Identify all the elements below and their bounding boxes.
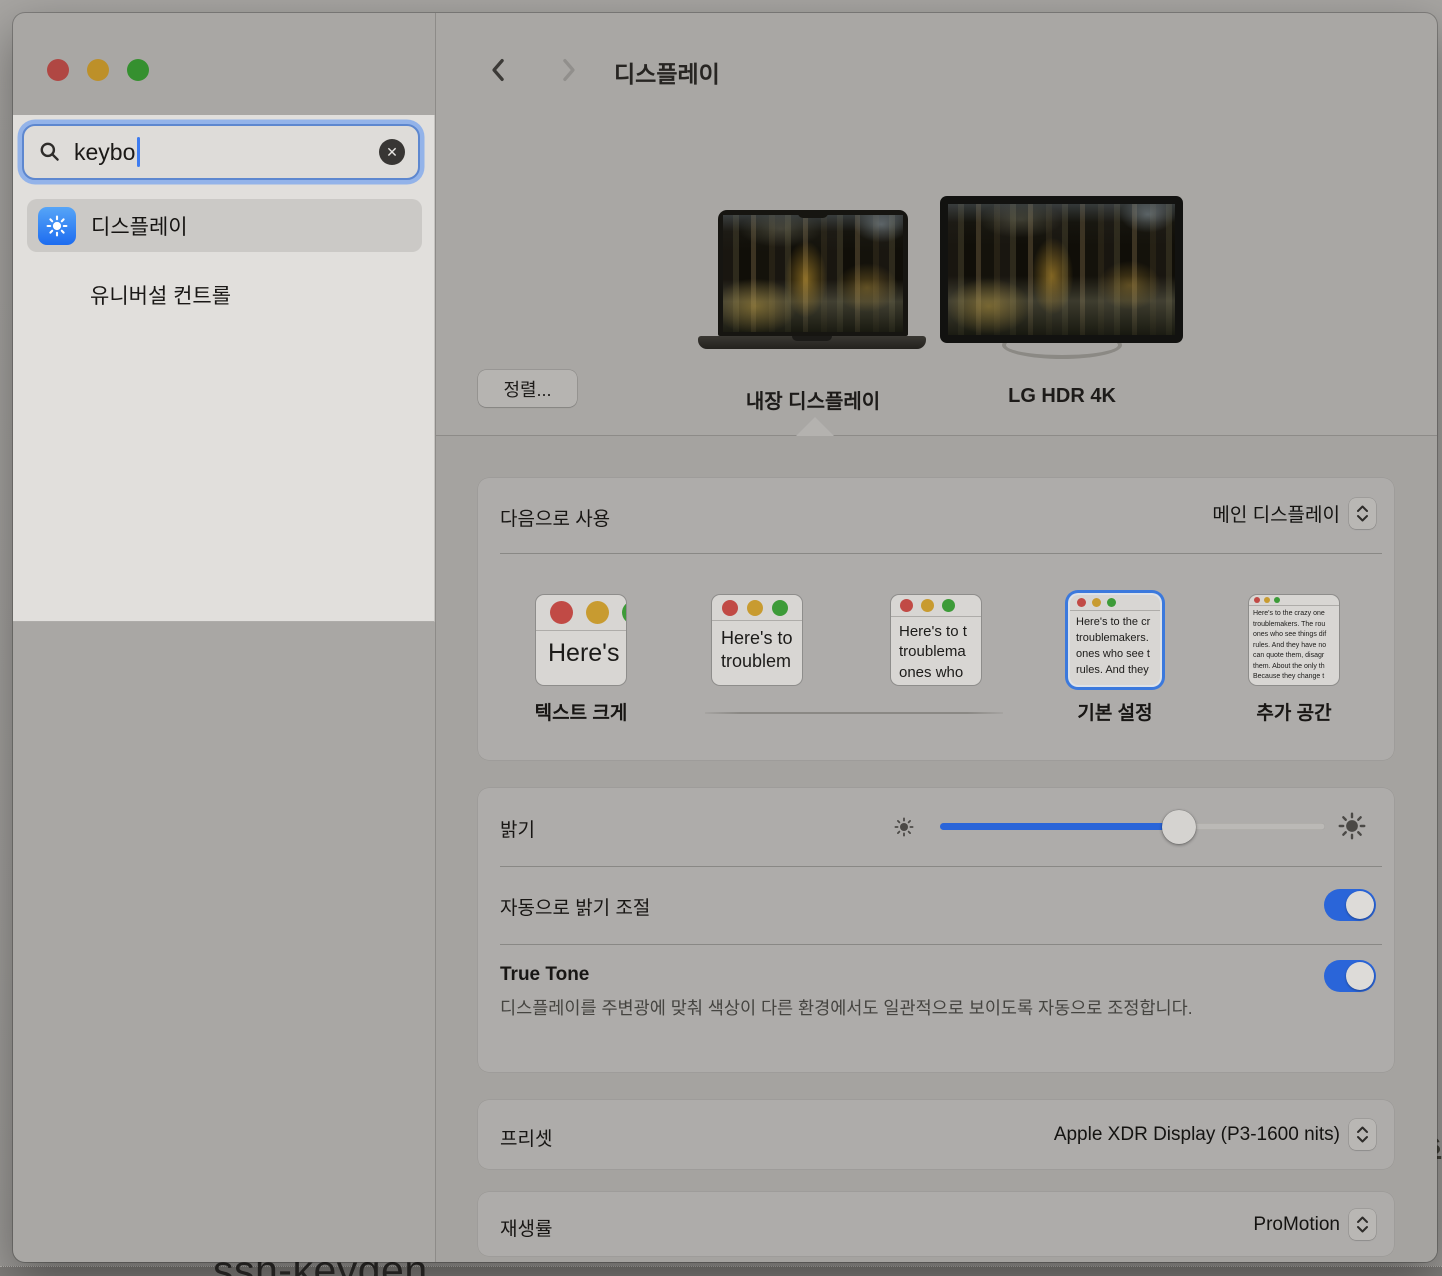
mini-titlebar [536, 595, 626, 631]
mini-titlebar [1249, 595, 1339, 606]
brightness-slider[interactable] [940, 823, 1325, 830]
scale-option-larger-text[interactable]: Here's [536, 595, 626, 685]
search-input-value: keybo [74, 139, 135, 166]
search-results-panel: keybo ✕ 디스플레이 [13, 115, 435, 622]
zoom-button[interactable] [127, 59, 149, 81]
mini-window-text: Here's to the crazy one troublemakers. T… [1249, 606, 1339, 683]
laptop-notch [798, 210, 828, 218]
display-mode-card: 다음으로 사용 메인 디스플레이 Here's [478, 478, 1394, 760]
scale-option-more-space[interactable]: Here's to the crazy one troublemakers. T… [1249, 595, 1339, 685]
wallpaper-thumbnail [948, 204, 1175, 335]
mini-titlebar [1070, 595, 1160, 611]
search-input[interactable]: keybo ✕ [22, 124, 420, 180]
builtin-display-preview[interactable] [718, 210, 908, 336]
chevron-left-icon [484, 55, 514, 85]
clear-search-icon[interactable]: ✕ [379, 139, 405, 165]
auto-brightness-toggle[interactable] [1324, 889, 1376, 921]
close-button[interactable] [47, 59, 69, 81]
brightness-label: 밝기 [500, 815, 535, 842]
scale-option-2[interactable]: Here's to troublem [712, 595, 802, 685]
content-pane: 디스플레이 내장 디스플레이 LG HDR 4K 정렬... 다음으로 사용 [436, 13, 1437, 1262]
use-as-label: 다음으로 사용 [500, 504, 610, 531]
forward-button[interactable] [551, 53, 585, 87]
refresh-rate-value: ProMotion [1253, 1214, 1340, 1236]
builtin-display-label: 내장 디스플레이 [746, 385, 880, 414]
chevron-right-icon [553, 55, 583, 85]
system-settings-window: keybo ✕ 디스플레이 [13, 13, 1437, 1262]
search-icon [37, 139, 63, 165]
preset-label: 프리셋 [500, 1124, 552, 1151]
mini-window-text: Here's [536, 631, 626, 669]
refresh-rate-dropdown[interactable]: ProMotion [1253, 1209, 1376, 1240]
scale-connector-line [705, 712, 1003, 714]
settings-body: 다음으로 사용 메인 디스플레이 Here's [436, 436, 1437, 1262]
toggle-knob [1346, 891, 1374, 919]
screen: ssh-keygen s keybo ✕ [0, 0, 1442, 1276]
preset-value: Apple XDR Display (P3-1600 nits) [1054, 1124, 1340, 1146]
stepper-icon [1349, 1209, 1376, 1240]
scale-label-more-space: 추가 공간 [1256, 698, 1331, 725]
card-divider [500, 553, 1382, 554]
sidebar-item-label: 유니버설 컨트롤 [90, 280, 231, 310]
back-button[interactable] [482, 53, 516, 87]
text-cursor [137, 137, 140, 167]
mini-window-text: Here's to troublem [712, 621, 802, 674]
stepper-icon [1349, 498, 1376, 529]
preset-card: 프리셋 Apple XDR Display (P3-1600 nits) [478, 1100, 1394, 1169]
sidebar: keybo ✕ 디스플레이 [13, 13, 435, 1262]
card-divider [500, 944, 1382, 945]
brightness-high-icon [1336, 810, 1368, 842]
scale-option-3[interactable]: Here's to t troublema ones who [891, 595, 981, 685]
toggle-knob [1346, 962, 1374, 990]
true-tone-label: True Tone [500, 964, 589, 986]
brightness-slider-thumb[interactable] [1162, 810, 1196, 844]
true-tone-description: 디스플레이를 주변광에 맞춰 색상이 다른 환경에서도 일관적으로 보이도록 자… [500, 994, 1245, 1023]
use-as-value: 메인 디스플레이 [1212, 500, 1340, 527]
card-divider [500, 866, 1382, 867]
true-tone-toggle[interactable] [1324, 960, 1376, 992]
brightness-low-icon [892, 815, 916, 839]
use-as-dropdown[interactable]: 메인 디스플레이 [1212, 498, 1376, 529]
brightness-card: 밝기 [478, 788, 1394, 1072]
sidebar-item-label: 디스플레이 [91, 211, 188, 241]
sidebar-item-display[interactable]: 디스플레이 [27, 199, 422, 252]
mini-window-text: Here's to t troublema ones who [891, 617, 981, 683]
stepper-icon [1349, 1119, 1376, 1150]
minimize-button[interactable] [87, 59, 109, 81]
display-brightness-icon [38, 207, 76, 245]
auto-brightness-label: 자동으로 밝기 조절 [500, 893, 650, 920]
wallpaper-thumbnail [723, 215, 903, 332]
selected-display-pointer [796, 417, 834, 436]
mini-titlebar [712, 595, 802, 621]
arrange-button[interactable]: 정렬... [478, 370, 577, 407]
scale-label-default: 기본 설정 [1077, 698, 1152, 725]
scale-label-larger-text: 텍스트 크게 [535, 698, 628, 725]
refresh-rate-card: 재생률 ProMotion [478, 1192, 1394, 1256]
preset-dropdown[interactable]: Apple XDR Display (P3-1600 nits) [1054, 1119, 1376, 1150]
mini-titlebar [891, 595, 981, 617]
scale-option-default[interactable]: Here's to the cr troublemakers. ones who… [1070, 595, 1160, 685]
laptop-base [698, 336, 926, 349]
page-title: 디스플레이 [614, 55, 720, 89]
external-display-preview[interactable] [940, 196, 1183, 343]
mini-window-text: Here's to the cr troublemakers. ones who… [1070, 611, 1160, 679]
sidebar-item-universal-control[interactable]: 유니버설 컨트롤 [90, 275, 231, 315]
refresh-rate-label: 재생률 [500, 1214, 552, 1241]
external-display-label: LG HDR 4K [1008, 385, 1116, 408]
brightness-slider-fill [940, 823, 1179, 830]
